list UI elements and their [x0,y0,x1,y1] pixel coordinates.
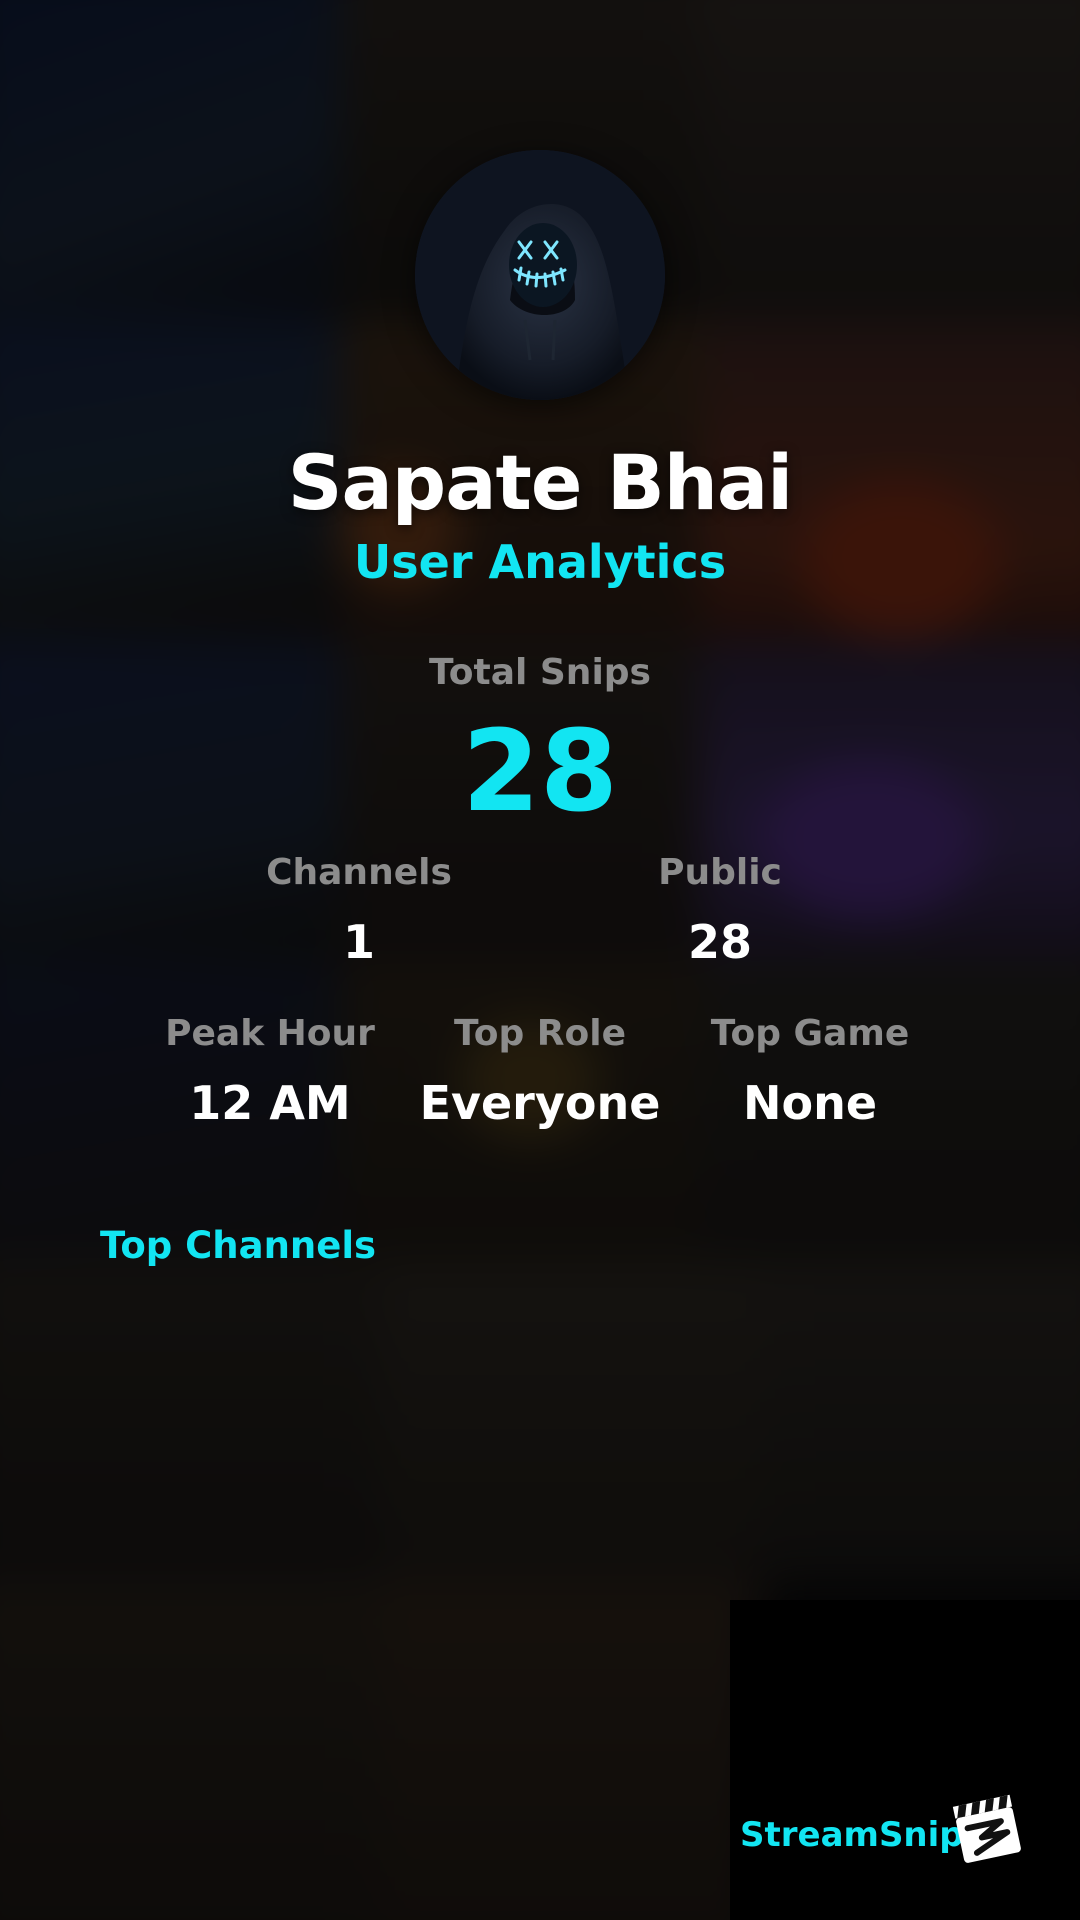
top-game-label: Top Game [710,1013,910,1054]
peak-hour-value: 12 AM [189,1076,351,1130]
public-label: Public [658,852,782,893]
clapperboard-logo-icon [950,1790,1026,1866]
total-snips-label: Total Snips [429,652,651,693]
top-game-value: None [742,1076,878,1130]
top-role-value: Everyone [419,1076,661,1130]
empty-collage-slot [730,1600,1080,1920]
channels-value: 1 [342,915,375,969]
username: Sapate Bhai [287,438,793,527]
analytics-card: Sapate Bhai User Analytics Total Snips 2… [0,0,1080,1920]
total-snips-value: 28 [462,707,618,837]
page-subtitle: User Analytics [353,535,727,589]
avatar [415,150,665,400]
top-role-label: Top Role [453,1013,627,1054]
hooded-figure-avatar-icon [415,150,665,400]
channels-label: Channels [266,852,452,893]
public-value: 28 [687,915,752,969]
top-channels-heading: Top Channels [100,1224,377,1267]
brand-name: StreamSnip [740,1815,964,1855]
peak-hour-label: Peak Hour [165,1013,375,1054]
